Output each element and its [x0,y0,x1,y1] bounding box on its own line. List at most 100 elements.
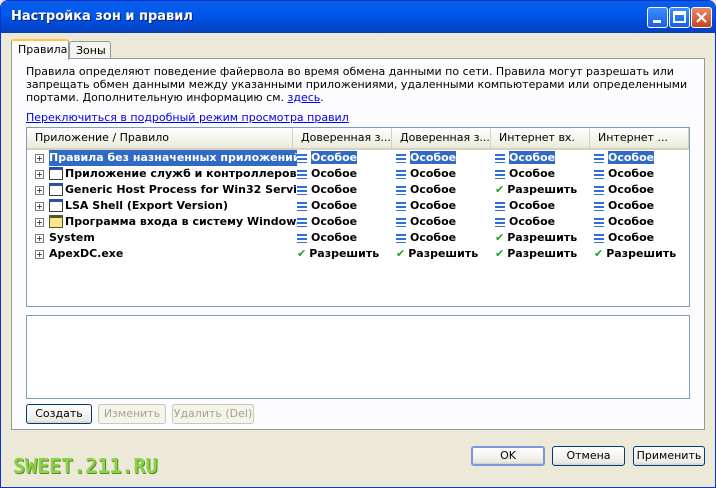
table-row[interactable]: + Приложение служб и контроллеров Особое Ос… [27,166,689,182]
allow-check-icon: ✔ [495,231,505,244]
rule-cell[interactable]: Особое [590,150,655,166]
rule-cell[interactable]: Особое [491,166,555,182]
window-icon [49,183,63,196]
table-row[interactable]: + ApexDC.exe ✔ Разрешить ✔ Разрешить ✔ Разрешит… [27,246,689,262]
edit-button[interactable]: Изменить [98,404,166,424]
rule-cell-value: Особое [608,231,655,244]
rule-cell-value: Особое [410,199,457,212]
ok-button[interactable]: OK [471,446,545,466]
rule-cell[interactable]: ✔ Разрешить [293,246,379,262]
dialog-window: Настройка зон и правил Правила Зоны Прав… [0,0,716,488]
rule-cell[interactable]: Особое [491,150,556,166]
rule-cell[interactable]: Особое [392,182,456,198]
rules-list[interactable]: Приложение / Правило Доверенная з... Дов… [26,127,690,307]
rule-cell-value: Разрешить [507,183,578,196]
apply-button[interactable]: Применить [633,446,705,466]
rule-cell-value: Разрешить [507,247,578,260]
tab-zones[interactable]: Зоны [69,41,111,59]
rule-cell[interactable]: Особое [590,166,654,182]
rule-cell-value: Особое [608,151,655,164]
allow-check-icon: ✔ [495,247,505,260]
user-icon [49,215,63,228]
title-bar[interactable]: Настройка зон и правил [1,1,715,33]
rule-cell[interactable]: Особое [392,230,456,246]
rule-cell-value: Особое [608,167,655,180]
rule-cell-value: Особое [410,151,457,164]
rule-cell-value: Особое [311,215,358,228]
table-row[interactable]: + System Особое Особое ✔ Разрешить Особое [27,230,689,246]
rule-cell[interactable]: Особое [590,214,654,230]
tab-rules[interactable]: Правила [11,39,69,60]
table-row[interactable]: + Правила без назначенных приложений Особо… [27,150,689,166]
special-lines-icon [396,153,406,163]
special-lines-icon [495,169,505,179]
delete-button[interactable]: Удалить (Del) [172,404,254,424]
table-row[interactable]: + Программа входа в систему Window... Особ… [27,214,689,230]
expand-icon[interactable]: + [35,154,44,163]
rule-cell-value: Особое [311,183,358,196]
close-button[interactable] [691,7,712,28]
expand-icon[interactable]: + [35,186,44,195]
rule-cell[interactable]: Особое [491,214,555,230]
rule-cell[interactable]: Особое [293,150,358,166]
special-lines-icon [396,185,406,195]
column-header-internet-out[interactable]: Интернет ... [590,128,689,148]
rule-cell[interactable]: Особое [392,214,456,230]
rule-cell[interactable]: Особое [392,166,456,182]
rule-cell-value: Особое [509,167,556,180]
expand-icon[interactable]: + [35,218,44,227]
rule-name: ApexDC.exe [49,247,124,260]
rule-cell[interactable]: Особое [392,198,456,214]
rule-cell[interactable]: Особое [590,198,654,214]
rule-cell-value: Особое [608,215,655,228]
rule-cell[interactable]: Особое [491,198,555,214]
column-header-internet-in[interactable]: Интернет вх. [491,128,590,148]
special-lines-icon [396,233,406,243]
expand-icon[interactable]: + [35,202,44,211]
rule-cell[interactable]: Особое [293,230,357,246]
rule-cell[interactable]: Особое [392,150,457,166]
special-lines-icon [297,169,307,179]
maximize-button[interactable] [669,7,690,28]
close-icon [696,12,707,23]
table-row[interactable]: + Generic Host Process for Win32 Servic..… [27,182,689,198]
expand-icon[interactable]: + [35,250,44,259]
switch-detailed-view-link[interactable]: Переключиться в подробный режим просмотр… [26,111,349,124]
column-header-trusted-in[interactable]: Доверенная з... [293,128,392,148]
column-header-app[interactable]: Приложение / Правило [27,128,293,148]
rule-cell[interactable]: ✔ Разрешить [491,246,577,262]
special-lines-icon [495,153,505,163]
rule-cell[interactable]: Особое [293,182,357,198]
rule-cell[interactable]: ✔ Разрешить [392,246,478,262]
description-suffix: . [320,91,324,104]
rule-name: Программа входа в систему Window... [65,215,297,228]
rule-cell[interactable]: ✔ Разрешить [491,182,577,198]
create-button[interactable]: Создать [26,404,92,424]
rule-cell[interactable]: Особое [293,166,357,182]
rule-cell-value: Особое [410,167,457,180]
expand-icon[interactable]: + [35,234,44,243]
window-icon [49,167,63,180]
table-row[interactable]: + LSA Shell (Export Version) Особое Особое О… [27,198,689,214]
help-link[interactable]: здесь [288,91,321,104]
special-lines-icon [297,201,307,211]
rule-cell[interactable]: Особое [590,230,654,246]
rule-cell-value: Особое [509,151,556,164]
rule-cell-value: Особое [311,231,358,244]
expand-icon[interactable]: + [35,170,44,179]
special-lines-icon [297,185,307,195]
rule-cell[interactable]: Особое [590,182,654,198]
rule-name: LSA Shell (Export Version) [65,199,228,212]
special-lines-icon [297,153,307,163]
rule-cell[interactable]: ✔ Разрешить [491,230,577,246]
rule-cell[interactable]: Особое [293,198,357,214]
rule-cell[interactable]: ✔ Разрешить [590,246,676,262]
rule-cell[interactable]: Особое [293,214,357,230]
rule-cell-value: Особое [311,167,358,180]
cancel-button[interactable]: Отмена [552,446,625,466]
minimize-button[interactable] [647,7,668,28]
column-header-trusted-out[interactable]: Доверенная з... [392,128,491,148]
special-lines-icon [396,217,406,227]
allow-check-icon: ✔ [594,247,604,260]
rule-name: Generic Host Process for Win32 Servic... [65,183,297,196]
